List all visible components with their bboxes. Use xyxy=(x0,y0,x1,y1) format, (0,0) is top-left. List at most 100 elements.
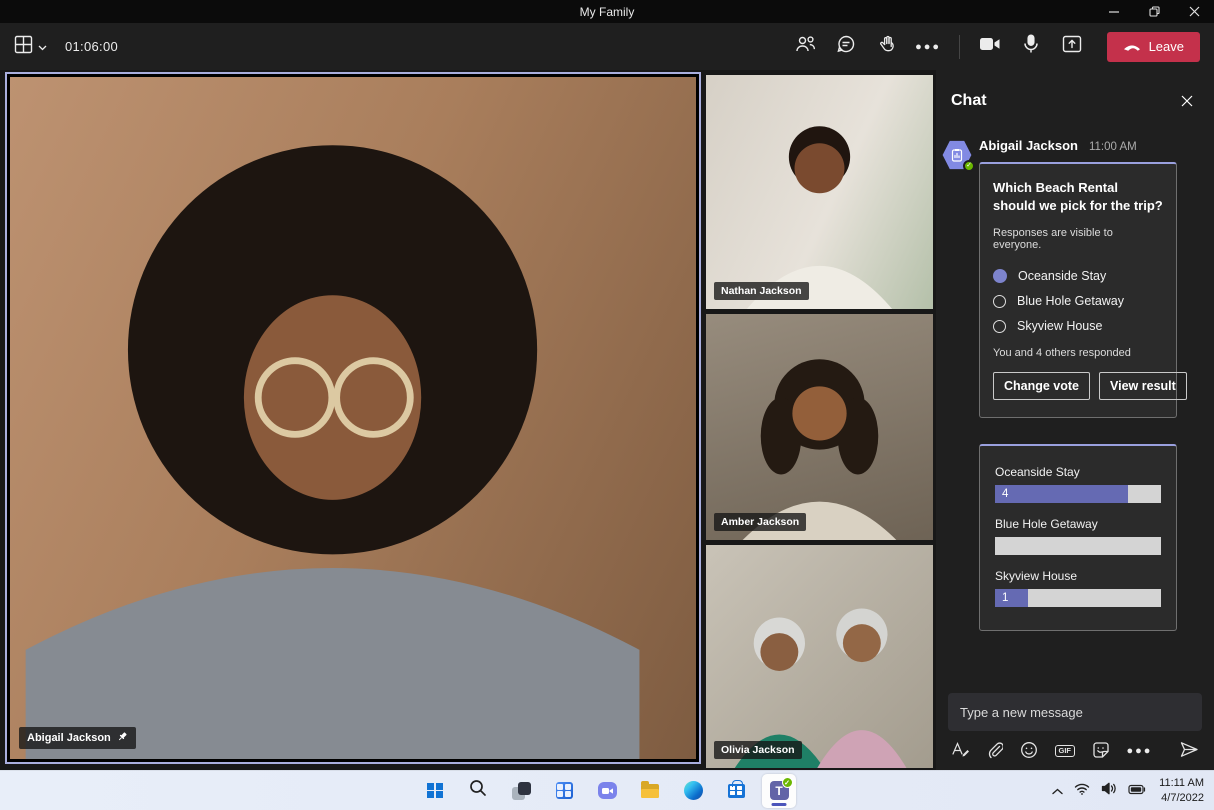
message-input[interactable] xyxy=(948,693,1202,731)
restore-button[interactable] xyxy=(1134,0,1174,23)
file-explorer-button[interactable] xyxy=(633,774,667,808)
poll-option[interactable]: Blue Hole Getaway xyxy=(993,289,1163,314)
send-icon xyxy=(1179,741,1199,761)
edge-button[interactable] xyxy=(676,774,710,808)
radio-unselected-icon[interactable] xyxy=(993,295,1006,308)
microphone-icon xyxy=(1023,34,1039,59)
result-bar-track: 1 xyxy=(995,589,1161,607)
poll-option[interactable]: Skyview House xyxy=(993,314,1163,339)
participant-name-label: Abigail Jackson xyxy=(19,727,136,749)
store-button[interactable] xyxy=(719,774,753,808)
poll-result-row: Blue Hole Getaway xyxy=(995,517,1161,555)
video-tile-nathan-jackson[interactable]: Nathan Jackson xyxy=(706,75,933,309)
share-screen-icon xyxy=(1062,35,1082,58)
attach-file-button[interactable] xyxy=(987,741,1003,762)
participants-icon xyxy=(795,35,816,58)
participant-name-label: Olivia Jackson xyxy=(714,741,802,759)
poll-responded-note: You and 4 others responded xyxy=(993,347,1163,359)
poll-question: Which Beach Rental should we pick for th… xyxy=(993,179,1163,215)
camera-button[interactable] xyxy=(974,30,1007,63)
poll-result-row: Skyview House 1 xyxy=(995,569,1161,607)
person-silhouette xyxy=(706,314,933,540)
radio-unselected-icon[interactable] xyxy=(993,320,1006,333)
poll-option[interactable]: Oceanside Stay xyxy=(993,264,1163,289)
emoji-icon xyxy=(1020,741,1038,762)
result-bar-fill: 4 xyxy=(995,485,1128,503)
battery-icon[interactable] xyxy=(1128,782,1146,800)
format-icon xyxy=(951,741,970,761)
chat-bubble-icon xyxy=(836,34,856,59)
compose-more-button[interactable]: ●●● xyxy=(1127,745,1153,757)
participant-name-label: Nathan Jackson xyxy=(714,282,809,300)
volume-icon[interactable] xyxy=(1101,782,1117,800)
titlebar: My Family xyxy=(0,0,1214,23)
video-tile-amber-jackson[interactable]: Amber Jackson xyxy=(706,314,933,540)
leave-label: Leave xyxy=(1149,39,1184,54)
hang-up-icon xyxy=(1123,39,1141,54)
raise-hand-icon xyxy=(877,34,897,59)
system-tray: 11:11 AM 4/7/2022 xyxy=(1052,771,1208,810)
participants-button[interactable] xyxy=(789,30,822,63)
radio-selected-icon[interactable] xyxy=(993,269,1007,283)
poll-results-card: Oceanside Stay 4 Blue Hole Getaway Skyview … xyxy=(979,444,1177,631)
window-controls xyxy=(1094,0,1214,23)
gallery-view-button[interactable] xyxy=(14,35,47,59)
result-bar-fill: 1 xyxy=(995,589,1028,607)
gif-button[interactable]: GIF xyxy=(1055,745,1075,758)
participant-name-label: Amber Jackson xyxy=(714,513,806,531)
change-vote-button[interactable]: Change vote xyxy=(993,372,1090,400)
tray-chevron-up-icon[interactable] xyxy=(1052,782,1063,800)
start-button[interactable] xyxy=(418,774,452,808)
send-button[interactable] xyxy=(1179,741,1199,761)
chat-button[interactable] xyxy=(830,30,863,63)
result-option-label: Blue Hole Getaway xyxy=(995,517,1161,531)
poll-options: Oceanside StayBlue Hole GetawaySkyview H… xyxy=(993,264,1163,339)
task-view-icon xyxy=(509,779,533,803)
teams-app-button[interactable]: T✓ xyxy=(762,774,796,808)
minimize-button[interactable] xyxy=(1094,0,1134,23)
format-button[interactable] xyxy=(951,741,970,761)
close-button[interactable] xyxy=(1174,0,1214,23)
task-view-button[interactable] xyxy=(504,774,538,808)
person-silhouette xyxy=(10,77,696,759)
file-explorer-icon xyxy=(641,784,659,798)
thumbnail-strip: Nathan Jackson Amber Jackson Olivia Jackso… xyxy=(706,75,933,773)
windows-taskbar: T✓ 11:11 AM 4/7/2022 xyxy=(0,770,1214,810)
chat-message: ✓ Abigail Jackson 11:00 AM Which Beach R… xyxy=(936,116,1214,631)
wifi-icon[interactable] xyxy=(1074,782,1090,800)
chevron-down-icon xyxy=(38,38,47,56)
result-option-label: Skyview House xyxy=(995,569,1161,583)
verified-check-icon: ✓ xyxy=(963,160,975,172)
chat-close-button[interactable] xyxy=(1176,90,1198,112)
raise-hand-button[interactable] xyxy=(871,30,904,63)
call-timer: 01:06:00 xyxy=(65,39,118,54)
result-bar-track: 4 xyxy=(995,485,1161,503)
poll-results-list: Oceanside Stay 4 Blue Hole Getaway Skyview … xyxy=(995,465,1161,607)
active-app-indicator xyxy=(772,803,787,806)
gif-icon: GIF xyxy=(1055,745,1075,758)
video-tile-olivia-jackson[interactable]: Olivia Jackson xyxy=(706,545,933,768)
message-sender: Abigail Jackson xyxy=(979,138,1078,153)
microphone-button[interactable] xyxy=(1015,30,1048,63)
tray-date: 4/7/2022 xyxy=(1159,791,1204,806)
chat-panel: Chat ✓ Abigail Jackson xyxy=(936,70,1214,770)
video-tile-abigail-jackson[interactable]: Abigail Jackson xyxy=(5,72,701,764)
chat-header: Chat xyxy=(936,70,1214,116)
person-silhouette xyxy=(706,75,933,309)
chat-app-button[interactable] xyxy=(590,774,624,808)
search-icon xyxy=(469,779,487,802)
leave-button[interactable]: Leave xyxy=(1107,32,1200,62)
sticker-icon xyxy=(1092,741,1110,762)
view-result-button[interactable]: View result xyxy=(1099,372,1187,400)
search-button[interactable] xyxy=(461,774,495,808)
emoji-button[interactable] xyxy=(1020,741,1038,762)
share-screen-button[interactable] xyxy=(1056,30,1089,63)
more-options-button[interactable]: ●●● xyxy=(912,30,945,63)
result-option-label: Oceanside Stay xyxy=(995,465,1161,479)
window-title: My Family xyxy=(580,5,635,19)
sticker-button[interactable] xyxy=(1092,741,1110,762)
widgets-button[interactable] xyxy=(547,774,581,808)
ellipsis-icon: ●●● xyxy=(915,41,941,53)
toolbar-divider xyxy=(959,35,960,59)
taskbar-clock[interactable]: 11:11 AM 4/7/2022 xyxy=(1159,776,1204,806)
